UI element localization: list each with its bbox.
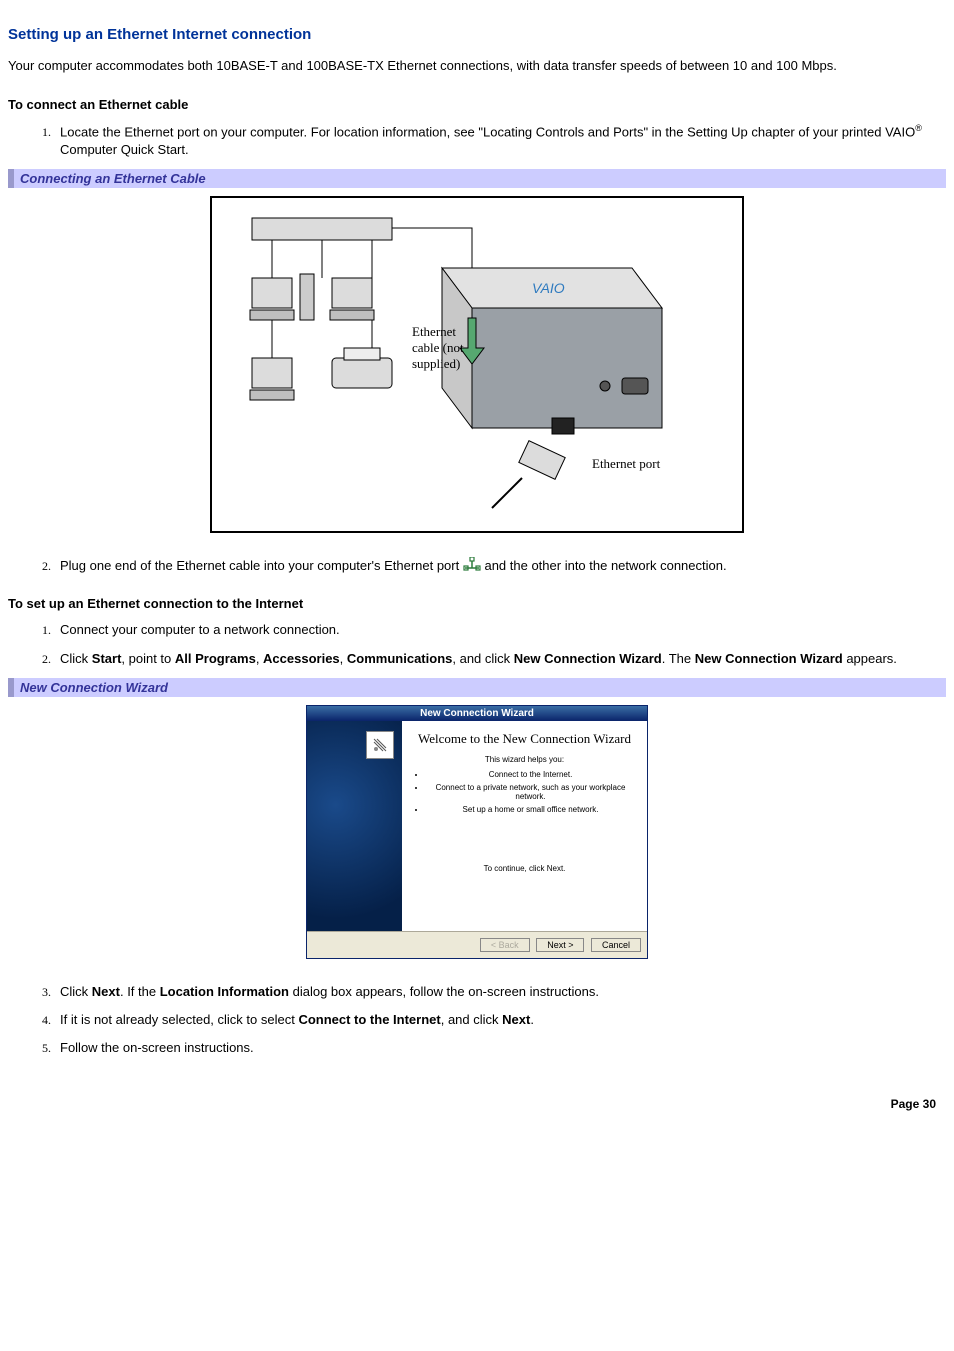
ethernet-port-icon [463, 557, 481, 576]
t: . If the [120, 984, 160, 999]
wizard-bullet: Connect to the Internet. [426, 770, 635, 779]
setup-step-5: Follow the on-screen instructions. [54, 1039, 946, 1057]
cable-step-1: Locate the Ethernet port on your compute… [54, 122, 946, 160]
t: dialog box appears, follow the on-screen… [289, 984, 599, 999]
svg-text:supplied): supplied) [412, 356, 460, 371]
t: Location Information [160, 984, 289, 999]
t: Accessories [263, 651, 340, 666]
t: Click [60, 651, 92, 666]
t: , point to [121, 651, 174, 666]
wizard-titlebar: New Connection Wizard [307, 706, 647, 721]
page-number: Page 30 [8, 1097, 946, 1111]
wizard-back-button: < Back [480, 938, 530, 952]
wizard-bullets: Connect to the Internet. Connect to a pr… [414, 770, 635, 814]
wizard-cancel-button[interactable]: Cancel [591, 938, 641, 952]
setup-steps-list-cont: Click Next. If the Location Information … [8, 983, 946, 1058]
setup-step-2: Click Start, point to All Programs, Acce… [54, 650, 946, 668]
wizard-main: Welcome to the New Connection Wizard Thi… [402, 721, 647, 931]
step-text: Locate the Ethernet port on your compute… [60, 124, 915, 139]
wizard-heading: Welcome to the New Connection Wizard [414, 731, 635, 747]
setup-heading: To set up an Ethernet connection to the … [8, 596, 946, 611]
step-text: and the other into the network connectio… [484, 558, 726, 573]
intro-paragraph: Your computer accommodates both 10BASE-T… [8, 57, 946, 75]
wizard-continue: To continue, click Next. [414, 864, 635, 873]
wizard-helps: This wizard helps you: [414, 755, 635, 764]
step-text: Computer Quick Start. [60, 142, 189, 157]
cable-heading: To connect an Ethernet cable [8, 97, 946, 112]
step-text: Plug one end of the Ethernet cable into … [60, 558, 463, 573]
t: , and click [452, 651, 513, 666]
wizard-window: New Connection Wizard Welcome to the New… [306, 705, 648, 959]
section-title: Setting up an Ethernet Internet connecti… [8, 26, 946, 43]
registered-mark: ® [915, 123, 922, 133]
setup-steps-list: Connect your computer to a network conne… [8, 621, 946, 667]
setup-step-4: If it is not already selected, click to … [54, 1011, 946, 1029]
ethernet-diagram: VAIO Ethernet cable (not supplied) Ether… [210, 196, 744, 533]
t: All Programs [175, 651, 256, 666]
wizard-footer: < Back Next > Cancel [307, 931, 647, 958]
wizard-side-image [307, 721, 402, 931]
t: Connect to the Internet [298, 1012, 440, 1027]
t: , [256, 651, 263, 666]
figure-caption-cable: Connecting an Ethernet Cable [8, 169, 946, 188]
setup-step-1: Connect your computer to a network conne… [54, 621, 946, 639]
figure-caption-wizard: New Connection Wizard [8, 678, 946, 697]
wizard-bullet: Connect to a private network, such as yo… [426, 783, 635, 801]
svg-text:Ethernet: Ethernet [412, 324, 456, 339]
t: New Connection Wizard [695, 651, 843, 666]
t: If it is not already selected, click to … [60, 1012, 298, 1027]
wizard-side-icon [366, 731, 394, 759]
t: Next [92, 984, 120, 999]
t: Next [502, 1012, 530, 1027]
cable-steps-list: Locate the Ethernet port on your compute… [8, 122, 946, 160]
cable-steps-list-cont: Plug one end of the Ethernet cable into … [8, 557, 946, 576]
setup-step-3: Click Next. If the Location Information … [54, 983, 946, 1001]
t: , [340, 651, 347, 666]
wizard-bullet: Set up a home or small office network. [426, 805, 635, 814]
t: . The [662, 651, 695, 666]
t: Start [92, 651, 122, 666]
figure-cable-diagram: VAIO Ethernet cable (not supplied) Ether… [8, 196, 946, 533]
svg-text:Ethernet port: Ethernet port [592, 456, 661, 471]
t: Communications [347, 651, 452, 666]
t: . [530, 1012, 534, 1027]
cable-step-2: Plug one end of the Ethernet cable into … [54, 557, 946, 576]
svg-text:cable (not: cable (not [412, 340, 464, 355]
t: Click [60, 984, 92, 999]
t: appears. [843, 651, 897, 666]
t: New Connection Wizard [514, 651, 662, 666]
wizard-next-button[interactable]: Next > [536, 938, 584, 952]
svg-text:VAIO: VAIO [532, 280, 565, 296]
t: , and click [441, 1012, 502, 1027]
figure-wizard: New Connection Wizard Welcome to the New… [8, 705, 946, 959]
